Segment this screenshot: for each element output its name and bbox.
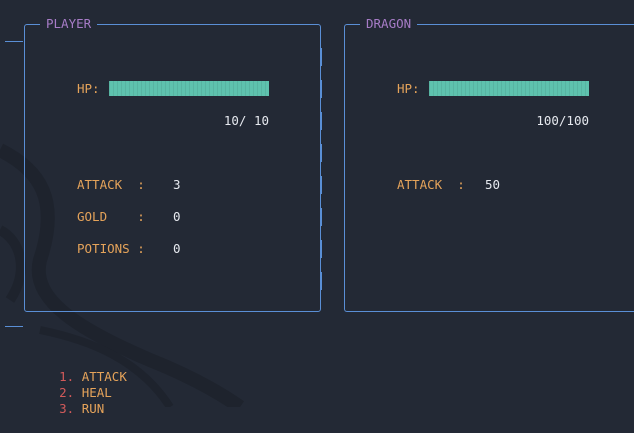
left-frame-top — [5, 41, 23, 42]
panel-divider-segment — [321, 208, 322, 226]
dragon-hp-text: 100/100 — [536, 113, 589, 128]
player-hp-text: 10/ 10 — [223, 113, 269, 128]
player-potions-label: POTIONS : — [77, 241, 145, 256]
panel-divider-segment — [321, 112, 322, 130]
dragon-panel-title: DRAGON — [360, 16, 418, 32]
player-gold-value: 0 — [173, 209, 181, 224]
player-potions-value: 0 — [173, 241, 181, 256]
dragon-attack-label: ATTACK : — [397, 177, 465, 192]
player-hp-bar-fill — [109, 81, 269, 96]
player-attack-label: ATTACK : — [77, 177, 145, 192]
panel-divider-segment — [321, 144, 322, 162]
panel-divider-segment — [321, 176, 322, 194]
menu-item-run[interactable]: 3. RUN — [29, 385, 104, 433]
player-panel: PLAYER — [24, 16, 321, 312]
dragon-hp-bar-fill — [429, 81, 589, 96]
panel-divider-segment — [321, 80, 322, 98]
panel-divider-segment — [321, 48, 322, 66]
dragon-panel: DRAGON — [344, 16, 634, 312]
player-hp-label: HP: — [77, 81, 100, 96]
left-frame-bottom — [5, 326, 23, 327]
player-hp-bar-track — [109, 81, 269, 96]
player-panel-title: PLAYER — [40, 16, 98, 32]
dragon-hp-label: HP: — [397, 81, 420, 96]
panel-divider-segment — [321, 272, 322, 290]
panel-divider-segment — [321, 240, 322, 258]
dragon-hp-bar-track — [429, 81, 589, 96]
dragon-attack-value: 50 — [485, 177, 501, 192]
player-attack-value: 3 — [173, 177, 181, 192]
menu-item-number: 3. — [59, 401, 75, 416]
player-gold-label: GOLD : — [77, 209, 145, 224]
menu-item-label: RUN — [81, 401, 105, 416]
